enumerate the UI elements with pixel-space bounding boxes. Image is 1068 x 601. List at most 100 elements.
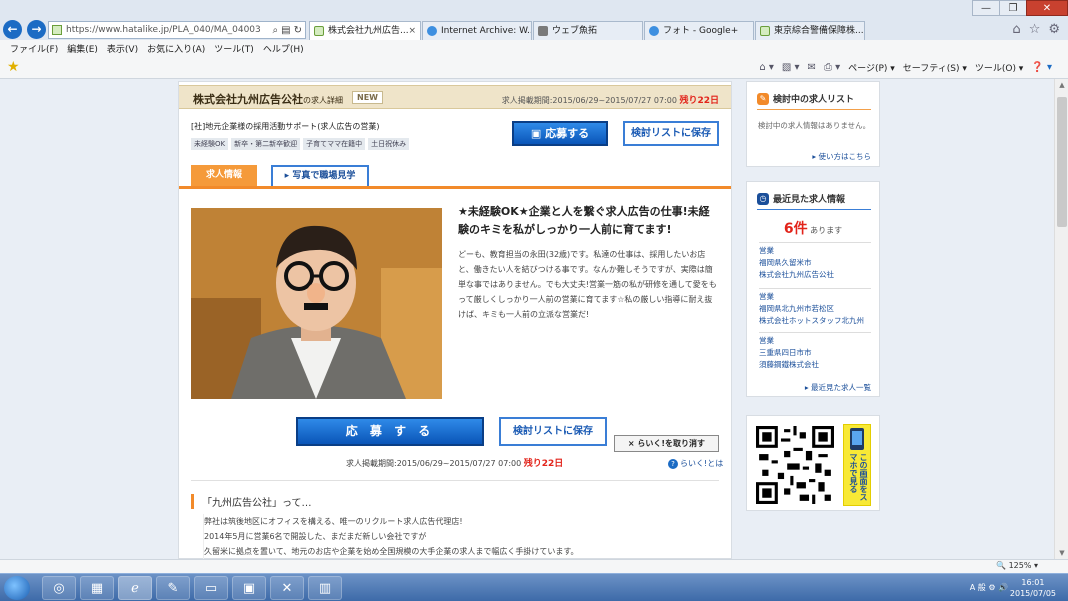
menu-edit[interactable]: 編集(E) [67,42,98,55]
about-company-text: 弊社は筑後地区にオフィスを構える、唯一のリクルート求人広告代理店! 2014年5… [203,514,579,559]
job-subtitle: [社]地元企業様の採用活動サポート(求人広告の営業) [191,122,380,131]
url-text[interactable]: https://www.hatalike.jp/PLA_040/MA_04003 [66,25,270,35]
rakuku-help-label: らいく!とは [680,459,724,468]
gear-icon[interactable]: ⚙ [1048,22,1060,37]
save-to-list-button-large[interactable]: 検討リストに保存 [499,417,607,446]
apply-button-large[interactable]: 応 募 す る [296,417,484,446]
smartphone-banner[interactable]: この画面をスマホで見る [843,424,871,506]
forward-button[interactable]: → [27,20,46,39]
recent-job-item[interactable]: 営業 福岡県久留米市 株式会社九州広告公社 [759,242,871,281]
tab-label: ウェブ魚拓 [552,26,598,36]
refresh-icon[interactable]: ↻ [294,25,302,36]
add-favorite-star-icon[interactable]: ★ [7,59,20,75]
qr-code-icon [756,426,834,504]
job-detail-panel: 株式会社九州広告公社の求人詳細 NEW 求人掲載期間:2015/06/29~20… [178,81,732,559]
close-window-button[interactable]: ✕ [1026,0,1068,16]
safety-menu[interactable]: セーフティ(S) ▾ [903,61,967,74]
recent-job-category[interactable]: 営業 [759,335,871,347]
address-bar[interactable]: https://www.hatalike.jp/PLA_040/MA_04003… [48,21,306,39]
status-bar: 🔍 125% ▾ [0,559,1068,573]
scroll-up-icon[interactable]: ▲ [1055,81,1068,89]
period-text: 求人掲載期間:2015/06/29~2015/07/27 07:00 [501,96,677,105]
menu-favorites[interactable]: お気に入り(A) [147,42,205,55]
page-icon [760,26,770,36]
office-app-icon[interactable]: ▦ [80,576,114,600]
paint-app-icon[interactable]: ✎ [156,576,190,600]
tag: 未経験OK [191,138,229,150]
mail-icon[interactable]: ✉ [808,62,816,73]
job-tags: 未経験OK 新卒・第二新卒歓迎 子育てママ在籍中 土日祝休み [191,138,410,150]
save-to-list-button[interactable]: 検討リストに保存 [623,121,719,146]
tag: 土日祝休み [368,138,410,150]
rss-icon[interactable]: ▧ ▾ [782,62,800,73]
favorites-star-icon[interactable]: ☆ [1029,22,1041,37]
company-title-suffix: の求人詳細 [303,96,343,105]
recent-job-company[interactable]: 株式会社ホットスタッフ北九州 [759,315,871,327]
tools-menu[interactable]: ツール(O) ▾ [975,61,1024,74]
clock-date: 2015/07/05 [1009,589,1056,598]
tab-gyotaku[interactable]: ウェブ魚拓 [533,21,643,40]
zoom-level[interactable]: 🔍 125% ▾ [996,561,1038,570]
tab-google-photos[interactable]: フォト - Google+ [644,21,754,40]
smartphone-banner-text: この画面をスマホで見る [849,453,868,501]
minimize-button[interactable]: — [972,0,1000,16]
home-icon[interactable]: ⌂ ▾ [759,62,774,73]
windows-taskbar: ◎ ▦ ℯ ✎ ▭ ▣ ✕ ▥ A 般 ⚙ 🔊 16:01 2015/07/05 [0,573,1068,601]
company-name: 株式会社九州広告公社 [193,93,303,106]
apply-button[interactable]: ▣ 応募する [512,121,608,146]
recent-job-location[interactable]: 三重県四日市市 [759,347,871,359]
page-menu[interactable]: ページ(P) ▾ [848,61,895,74]
consider-list-title: ✎ 検討中の求人リスト [757,92,854,105]
recent-job-category[interactable]: 営業 [759,245,871,257]
tab-kyushu[interactable]: 株式会社九州広告... × [309,21,421,40]
recent-jobs-list-link[interactable]: ▸ 最近見た求人一覧 [805,382,871,393]
recent-job-item[interactable]: 営業 福岡県北九州市若松区 株式会社ホットスタッフ北九州 [759,288,871,327]
hp-app-icon[interactable]: ◎ [42,576,76,600]
scroll-down-icon[interactable]: ▼ [1055,549,1068,557]
system-tray[interactable]: A 般 ⚙ 🔊 [970,582,1008,593]
print-icon[interactable]: ⎙ ▾ [824,62,840,73]
window-controls: — ❐ ✕ [972,0,1068,16]
recent-job-item[interactable]: 営業 三重県四日市市 須藤鋼鐵株式会社 [759,332,871,371]
calculator-app-icon[interactable]: ▥ [308,576,342,600]
tab-photo-tour[interactable]: ▸ 写真で職場見学 [271,165,369,186]
home-icon[interactable]: ⌂ [1012,22,1020,37]
job-description: どーも、教育担当の永田(32歳)です。私達の仕事は、採用したいお店と、働きたい人… [458,250,717,319]
tab-label: Internet Archive: W... [441,26,532,36]
tab-archive[interactable]: Internet Archive: W... [422,21,532,40]
rakuku-cancel-button[interactable]: × らいく!を取り消す [614,435,719,452]
close-icon[interactable]: × [408,22,416,40]
recent-job-company[interactable]: 株式会社九州広告公社 [759,269,871,281]
menu-tools[interactable]: ツール(T) [214,42,254,55]
menu-file[interactable]: ファイル(F) [10,42,58,55]
start-button[interactable] [4,576,30,600]
recent-job-location[interactable]: 福岡県北九州市若松区 [759,303,871,315]
explorer-folder-icon[interactable]: ▭ [194,576,228,600]
internet-explorer-icon[interactable]: ℯ [118,576,152,600]
search-icon[interactable]: ⌕ [273,25,279,36]
restore-button[interactable]: ❐ [999,0,1027,16]
recent-count-suffix: あります [810,226,843,235]
company-title: 株式会社九州広告公社の求人詳細 [193,91,343,107]
recent-job-category[interactable]: 営業 [759,291,871,303]
clock[interactable]: 16:01 2015/07/05 [1010,577,1056,599]
tab-tokyo-sogo[interactable]: 東京綜合警備保障株... [755,21,865,40]
screen-app-icon[interactable]: ▣ [232,576,266,600]
back-button[interactable]: ← [3,20,22,39]
recent-job-location[interactable]: 福岡県久留米市 [759,257,871,269]
compat-icon[interactable]: ▤ [281,25,290,36]
recent-job-company[interactable]: 須藤鋼鐵株式会社 [759,359,871,371]
scrollbar-thumb[interactable] [1057,97,1067,227]
menu-help[interactable]: ヘルプ(H) [263,42,304,55]
tag: 新卒・第二新卒歓迎 [231,138,301,150]
recent-jobs-title-text: 最近見た求人情報 [773,195,846,205]
help-icon[interactable]: ❓ ▾ [1031,62,1052,73]
about-line: 2014年5月に営業6名で開設した、まだまだ新しい会社ですが [204,532,427,541]
tab-job-info[interactable]: 求人情報 [191,165,257,186]
rakuku-help-link[interactable]: ? らいく!とは [668,458,723,469]
pdf-app-icon[interactable]: ✕ [270,576,304,600]
vertical-scrollbar[interactable]: ▲ ▼ [1054,79,1068,559]
how-to-use-link[interactable]: ▸ 使い方はこちら [812,151,871,162]
card-divider [757,109,871,110]
menu-view[interactable]: 表示(V) [107,42,138,55]
